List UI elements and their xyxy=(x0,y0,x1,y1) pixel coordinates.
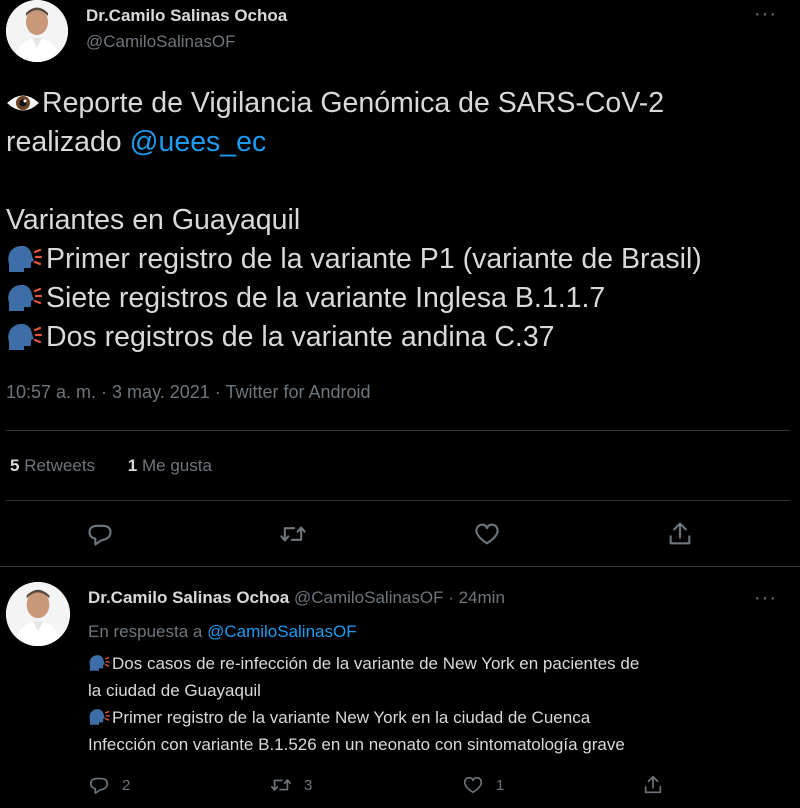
speaking-head-icon xyxy=(8,323,42,350)
share-icon xyxy=(644,775,662,794)
retweets-stat[interactable]: 5 Retweets xyxy=(10,456,95,476)
reply-header: Dr.Camilo Salinas Ochoa @CamiloSalinasOF… xyxy=(88,588,505,608)
author-name[interactable]: Dr.Camilo Salinas Ochoa xyxy=(86,6,287,26)
tweet-line: realizado @uees_ec xyxy=(6,126,267,158)
reply-author-handle[interactable]: @CamiloSalinasOF · 24min xyxy=(289,588,505,607)
author-avatar[interactable] xyxy=(6,0,68,62)
share-icon[interactable] xyxy=(666,520,694,548)
divider xyxy=(6,430,790,431)
tweet-line: Reporte de Vigilancia Genómica de SARS-C… xyxy=(6,84,786,123)
speaking-head-icon xyxy=(89,655,110,671)
tweet-timestamp[interactable]: 10:57 a. m. · 3 may. 2021 · Twitter for … xyxy=(6,382,371,403)
more-options-icon[interactable]: ··· xyxy=(754,4,777,24)
engagement-stats: 5 Retweets 1 Me gusta xyxy=(10,456,212,476)
reply-author-avatar[interactable] xyxy=(6,582,70,646)
speaking-head-icon xyxy=(89,709,110,725)
like-icon[interactable] xyxy=(473,520,501,548)
reply-line: la ciudad de Guayaquil xyxy=(88,681,261,700)
reply-share-button[interactable] xyxy=(642,774,676,796)
retweet-count: 3 xyxy=(304,776,313,794)
reply-author-name[interactable]: Dr.Camilo Salinas Ochoa xyxy=(88,588,289,607)
reply-line: Dos casos de re-infección de la variante… xyxy=(88,650,788,677)
like-count: 1 xyxy=(496,776,505,794)
speaking-head-icon xyxy=(8,245,42,272)
eye-icon xyxy=(7,95,39,111)
variant-item: Dos registros de la variante andina C.37 xyxy=(6,318,786,357)
likes-stat[interactable]: 1 Me gusta xyxy=(128,456,212,476)
reply-line: Infección con variante B.1.526 en un neo… xyxy=(88,735,625,754)
reply-icon[interactable] xyxy=(86,520,114,548)
reply-like-button[interactable]: 1 xyxy=(462,774,504,796)
variant-item: Primer registro de la variante P1 (varia… xyxy=(6,240,786,279)
reply-icon xyxy=(89,777,109,795)
divider xyxy=(6,500,790,501)
divider xyxy=(0,566,800,567)
retweet-icon xyxy=(271,779,291,791)
reply-to-mention[interactable]: @CamiloSalinasOF xyxy=(207,622,357,641)
reply-retweet-button[interactable]: 3 xyxy=(270,774,312,796)
speaking-head-icon xyxy=(8,284,42,311)
like-icon xyxy=(463,776,483,794)
mention-link[interactable]: @uees_ec xyxy=(130,126,267,158)
reply-to-line: En respuesta a @CamiloSalinasOF xyxy=(88,622,357,641)
author-handle[interactable]: @CamiloSalinasOF xyxy=(86,32,236,52)
variant-item: Siete registros de la variante Inglesa B… xyxy=(6,279,786,318)
reply-reply-button[interactable]: 2 xyxy=(88,774,130,796)
tweet-body: Reporte de Vigilancia Genómica de SARS-C… xyxy=(6,84,786,357)
retweet-icon[interactable] xyxy=(279,520,307,548)
reply-body: Dos casos de re-infección de la variante… xyxy=(88,650,788,758)
reply-line: Primer registro de la variante New York … xyxy=(88,704,788,731)
tweet-line: Variantes en Guayaquil xyxy=(6,204,301,236)
reply-count: 2 xyxy=(122,776,131,794)
reply-more-options-icon[interactable]: ··· xyxy=(754,588,777,608)
